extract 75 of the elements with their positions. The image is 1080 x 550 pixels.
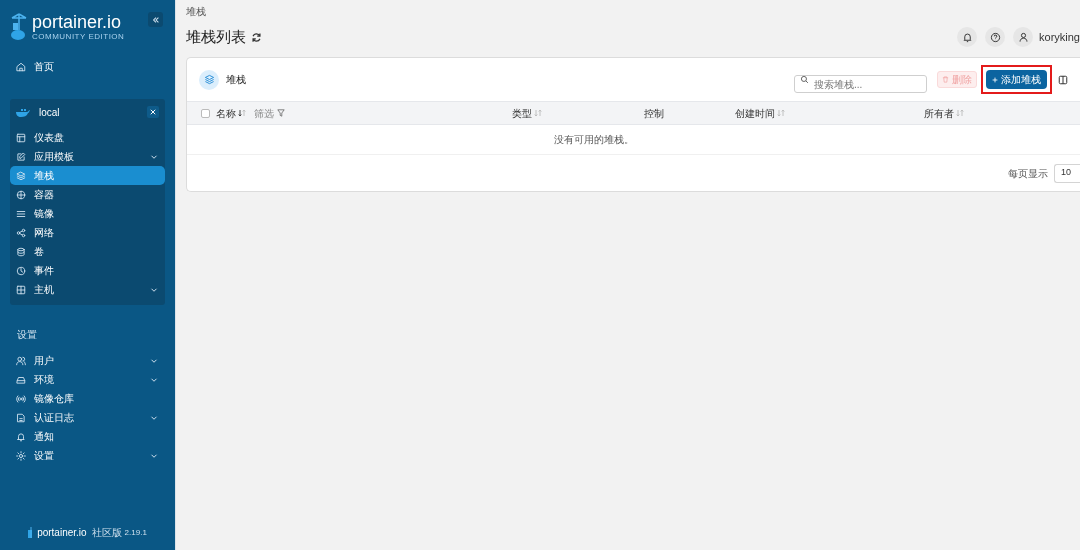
nav-item[interactable]: 仪表盘	[10, 128, 165, 147]
username: koryking	[1039, 29, 1080, 45]
edition-label: 社区版	[91, 526, 122, 540]
nav-item[interactable]: 镜像仓库	[10, 389, 165, 408]
page-size-select[interactable]: 10	[1054, 163, 1080, 183]
nav-item[interactable]: 卷	[10, 242, 165, 261]
page-size-label: 每页显示	[1008, 166, 1048, 181]
close-icon	[150, 109, 156, 115]
logo-text: portainer.io	[32, 12, 123, 32]
layers-icon	[199, 69, 219, 90]
clock-icon	[16, 265, 26, 276]
help-icon	[989, 31, 1001, 43]
version-label: 2.19.1	[124, 526, 147, 539]
layout-icon	[16, 132, 26, 143]
filter-button[interactable]: 筛选	[254, 105, 285, 121]
nav-item[interactable]: 应用模板	[10, 147, 165, 166]
nav-item[interactable]: 容器	[10, 185, 165, 204]
empty-message: 没有可用的堆栈。	[553, 133, 634, 147]
page-title: 堆栈列表	[186, 26, 246, 47]
edit-icon	[16, 151, 26, 162]
nav-item[interactable]: 认证日志	[10, 408, 165, 427]
edition-label: COMMUNITY EDITION	[32, 32, 125, 41]
column-header[interactable]: 所有者	[924, 105, 954, 121]
columns-icon[interactable]	[1058, 74, 1068, 85]
section-title: 设置	[16, 328, 38, 342]
nav-item[interactable]: 首页	[10, 57, 165, 76]
users-icon	[16, 355, 26, 366]
nav-item[interactable]: 镜像	[10, 204, 165, 223]
collapse-button[interactable]	[148, 12, 163, 27]
drive-icon	[16, 374, 26, 385]
refresh-icon[interactable]	[251, 31, 262, 43]
nav-item[interactable]: 主机	[10, 280, 165, 299]
bell-icon	[16, 431, 26, 442]
home-icon	[16, 61, 26, 72]
nav-item[interactable]: 通知	[10, 427, 165, 446]
nav-item[interactable]: 堆栈	[10, 166, 165, 185]
add-stack-button[interactable]: 添加堆栈	[986, 70, 1047, 89]
nav-item[interactable]: 用户	[10, 351, 165, 370]
card-title: 堆栈	[226, 73, 246, 87]
share-icon	[16, 227, 26, 238]
nav-item[interactable]: 环境	[10, 370, 165, 389]
column-header[interactable]: 类型	[512, 105, 532, 121]
crane-logo-icon	[10, 12, 28, 41]
select-all-checkbox[interactable]	[201, 108, 210, 118]
database-icon	[16, 246, 26, 257]
column-header[interactable]: 名称	[216, 105, 236, 121]
search-icon	[800, 75, 809, 84]
column-header[interactable]: 创建时间	[735, 105, 775, 121]
plus-icon	[992, 76, 998, 83]
double-chevron-icon	[151, 15, 160, 24]
column-header: 控制	[644, 106, 664, 121]
trash-icon	[942, 76, 949, 83]
cube-icon	[16, 189, 26, 200]
user-icon	[1017, 31, 1029, 43]
settings-icon	[16, 450, 26, 461]
notifications-button[interactable]	[957, 27, 978, 47]
whale-icon	[16, 107, 30, 117]
brand-name: portainer.io	[37, 526, 87, 540]
nav-item[interactable]: 事件	[10, 261, 165, 280]
close-button[interactable]	[147, 106, 159, 118]
bell-icon	[961, 31, 973, 43]
environment-name: local	[39, 105, 61, 120]
nav-item[interactable]: 设置	[10, 446, 165, 465]
help-button[interactable]	[985, 27, 1006, 47]
nav-item[interactable]: 网络	[10, 223, 165, 242]
logo-icon	[28, 527, 35, 538]
layers-icon	[16, 170, 26, 181]
filter-icon	[277, 109, 285, 117]
user-button[interactable]	[1013, 27, 1034, 47]
list-icon	[16, 208, 26, 219]
search-field[interactable]: 搜索堆栈...	[794, 75, 927, 93]
breadcrumb: 堆栈	[186, 6, 206, 18]
grid-icon	[16, 284, 26, 295]
signal-icon	[16, 393, 26, 404]
document-icon	[16, 412, 26, 423]
